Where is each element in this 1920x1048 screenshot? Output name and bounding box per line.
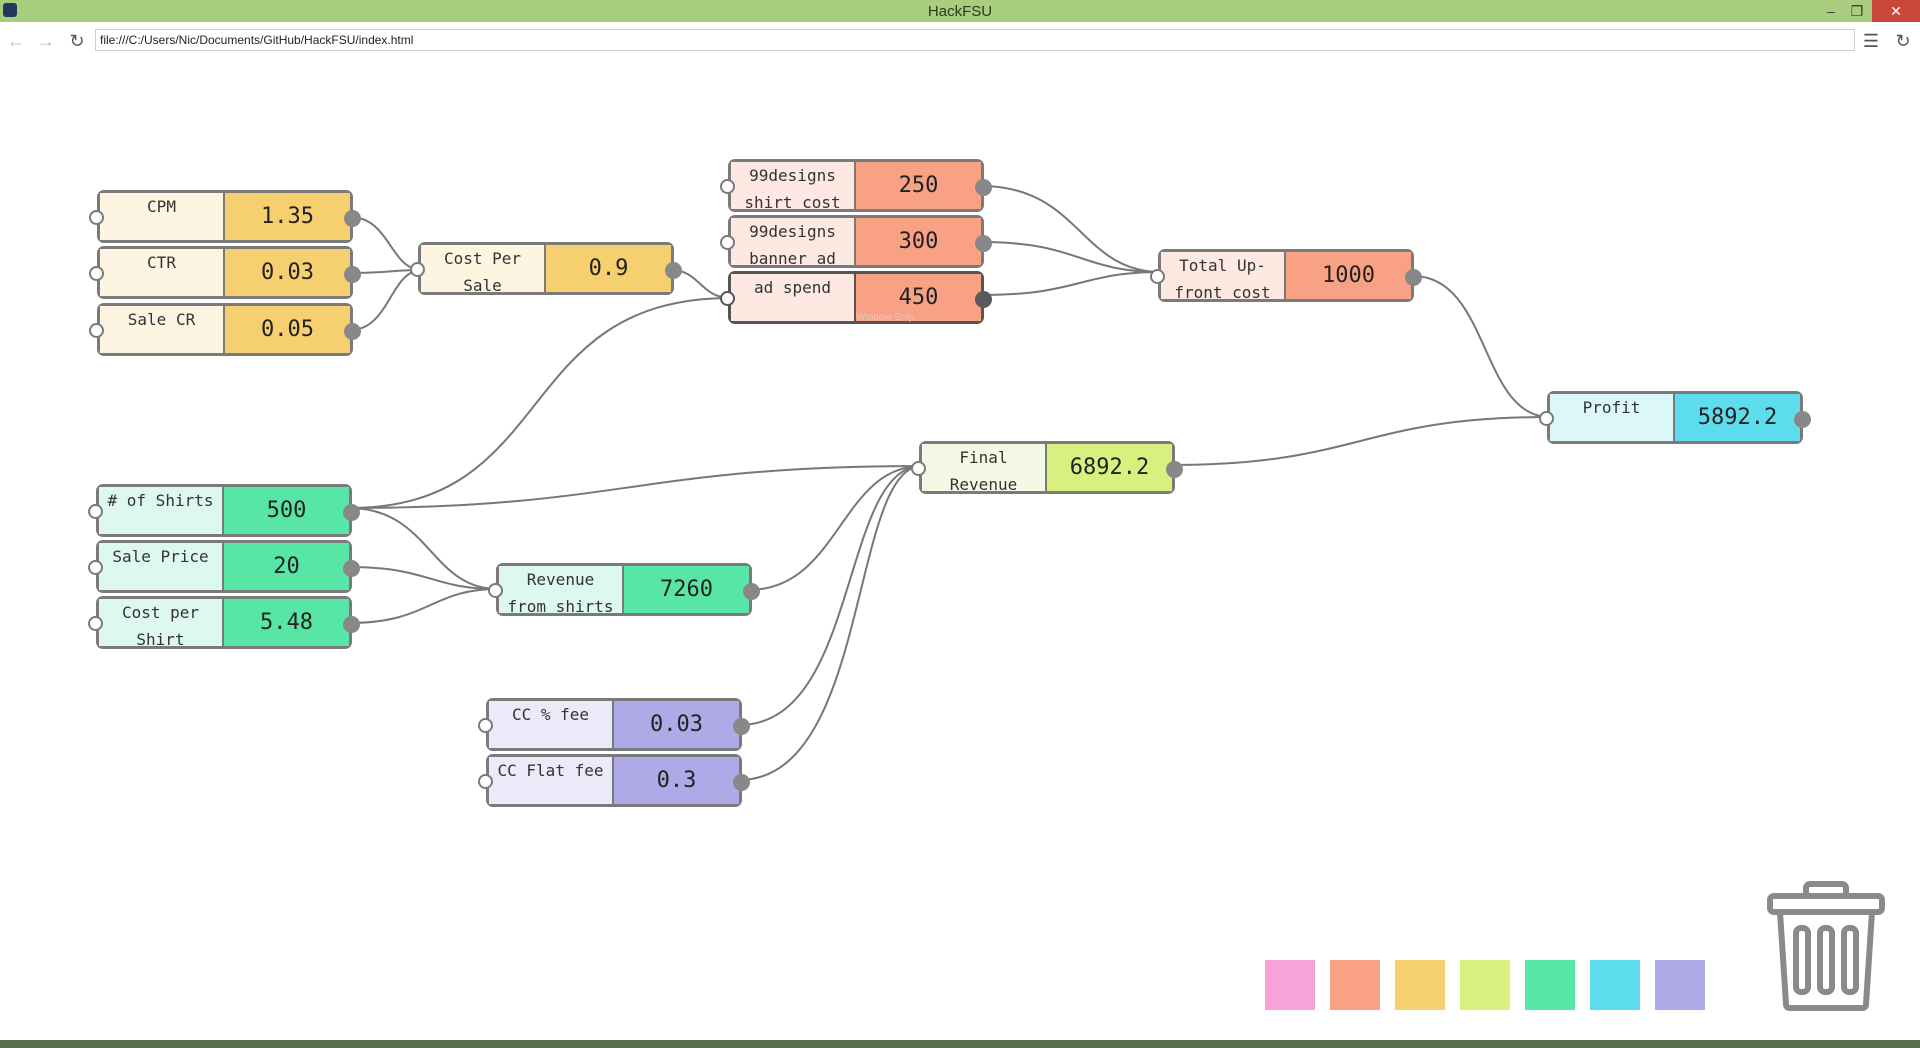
- input-port[interactable]: [720, 179, 735, 194]
- node-label: Cost per Shirt: [99, 599, 224, 646]
- node-value[interactable]: 7260: [624, 566, 749, 613]
- wire-ad-spend-upfront: [980, 271, 1162, 296]
- node-value[interactable]: 300: [856, 218, 981, 265]
- node-value[interactable]: 0.05: [225, 306, 350, 353]
- palette-swatch-yellow[interactable]: [1395, 960, 1445, 1010]
- input-port[interactable]: [720, 291, 735, 306]
- input-port[interactable]: [89, 210, 104, 225]
- node-final-revenue[interactable]: Final Revenue 6892.2: [911, 441, 1183, 494]
- input-port[interactable]: [488, 583, 503, 598]
- node-sale-price[interactable]: Sale Price 20: [88, 540, 360, 593]
- node-value[interactable]: 500: [224, 487, 349, 534]
- node-label: Total Up-front cost: [1161, 252, 1286, 299]
- node-label: Sale CR: [100, 306, 225, 353]
- wire-cpm-cost-per-sale: [349, 216, 423, 271]
- input-port[interactable]: [88, 616, 103, 631]
- node-value[interactable]: 1000: [1286, 252, 1411, 299]
- palette-swatch-pink[interactable]: [1265, 960, 1315, 1010]
- output-port[interactable]: [665, 262, 682, 279]
- input-port[interactable]: [89, 266, 104, 281]
- node-label: Sale Price: [99, 543, 224, 590]
- node-ctr[interactable]: CTR 0.03: [89, 246, 361, 299]
- wire-cost-per-shirt-revenue-shirts: [348, 588, 499, 624]
- node-label: Profit: [1550, 394, 1675, 441]
- output-port[interactable]: [344, 210, 361, 227]
- wire-sale-cr-cost-per-sale: [349, 269, 423, 331]
- node-value[interactable]: 1.35: [225, 193, 350, 240]
- wire-cc-flat-final-revenue: [738, 465, 923, 781]
- node-label: # of Shirts: [99, 487, 224, 534]
- node-label: CC % fee: [489, 701, 614, 748]
- output-port[interactable]: [344, 266, 361, 283]
- node-value[interactable]: 250: [856, 162, 981, 209]
- output-port[interactable]: [343, 616, 360, 633]
- node-99designs-shirt-cost[interactable]: 99designs shirt cost 250: [720, 159, 992, 212]
- node-label: Final Revenue: [922, 444, 1047, 491]
- wire-final-revenue-profit: [1171, 416, 1551, 466]
- node-cost-per-shirt[interactable]: Cost per Shirt 5.48: [88, 596, 360, 649]
- node-total-upfront-cost[interactable]: Total Up-front cost 1000: [1150, 249, 1422, 302]
- input-port[interactable]: [410, 262, 425, 277]
- output-port[interactable]: [975, 235, 992, 252]
- output-port[interactable]: [1405, 269, 1422, 286]
- node-label: Revenue from shirts: [499, 566, 624, 613]
- node-label: CPM: [100, 193, 225, 240]
- output-port[interactable]: [975, 291, 992, 308]
- palette-swatch-cyan[interactable]: [1590, 960, 1640, 1010]
- node-value[interactable]: 0.9: [546, 245, 671, 292]
- node-value[interactable]: 5.48: [224, 599, 349, 646]
- palette-swatch-violet[interactable]: [1655, 960, 1705, 1010]
- wire-upfront-profit: [1412, 275, 1551, 418]
- node-label: ad spend: [731, 274, 856, 321]
- input-port[interactable]: [478, 774, 493, 789]
- node-label: 99designs banner ad: [731, 218, 856, 265]
- wire-shirts-final-revenue: [348, 465, 923, 509]
- input-port[interactable]: [88, 560, 103, 575]
- node-num-shirts[interactable]: # of Shirts 500: [88, 484, 360, 537]
- node-label: CC Flat fee: [489, 757, 614, 804]
- input-port[interactable]: [89, 323, 104, 338]
- node-value[interactable]: 0.3: [614, 757, 739, 804]
- wire-cc-pct-final-revenue: [738, 465, 923, 726]
- output-port[interactable]: [343, 504, 360, 521]
- node-cc-flat-fee[interactable]: CC Flat fee 0.3: [478, 754, 750, 807]
- node-value[interactable]: 0.03: [614, 701, 739, 748]
- node-cost-per-sale[interactable]: Cost Per Sale 0.9: [410, 242, 682, 295]
- output-port[interactable]: [733, 774, 750, 791]
- output-port[interactable]: [1794, 411, 1811, 428]
- output-port[interactable]: [743, 583, 760, 600]
- node-cpm[interactable]: CPM 1.35: [89, 190, 361, 243]
- output-port[interactable]: [1166, 461, 1183, 478]
- node-99designs-banner-ad[interactable]: 99designs banner ad 300: [720, 215, 992, 268]
- input-port[interactable]: [88, 504, 103, 519]
- output-port[interactable]: [975, 179, 992, 196]
- output-port[interactable]: [344, 323, 361, 340]
- palette-swatch-salmon[interactable]: [1330, 960, 1380, 1010]
- node-revenue-from-shirts[interactable]: Revenue from shirts 7260: [488, 563, 760, 616]
- output-port[interactable]: [733, 718, 750, 735]
- input-port[interactable]: [1539, 411, 1554, 426]
- input-port[interactable]: [911, 461, 926, 476]
- input-port[interactable]: [720, 235, 735, 250]
- node-sale-cr[interactable]: Sale CR 0.05: [89, 303, 361, 356]
- palette-swatch-green[interactable]: [1525, 960, 1575, 1010]
- node-value[interactable]: 5892.2: [1675, 394, 1800, 441]
- wire-shirts-ad-spend: [348, 297, 732, 509]
- node-profit[interactable]: Profit 5892.2: [1539, 391, 1811, 444]
- node-value[interactable]: 6892.2: [1047, 444, 1172, 491]
- node-value[interactable]: 0.03: [225, 249, 350, 296]
- snip-watermark: Window Snip: [856, 312, 915, 323]
- node-label: 99designs shirt cost: [731, 162, 856, 209]
- taskbar: [0, 1040, 1920, 1048]
- wire-shirt-cost-upfront: [980, 185, 1162, 273]
- node-value[interactable]: 20: [224, 543, 349, 590]
- input-port[interactable]: [478, 718, 493, 733]
- palette-swatch-lime[interactable]: [1460, 960, 1510, 1010]
- input-port[interactable]: [1150, 269, 1165, 284]
- trash-icon[interactable]: [1766, 880, 1886, 1012]
- node-cc-percent-fee[interactable]: CC % fee 0.03: [478, 698, 750, 751]
- node-label: CTR: [100, 249, 225, 296]
- output-port[interactable]: [343, 560, 360, 577]
- node-label: Cost Per Sale: [421, 245, 546, 292]
